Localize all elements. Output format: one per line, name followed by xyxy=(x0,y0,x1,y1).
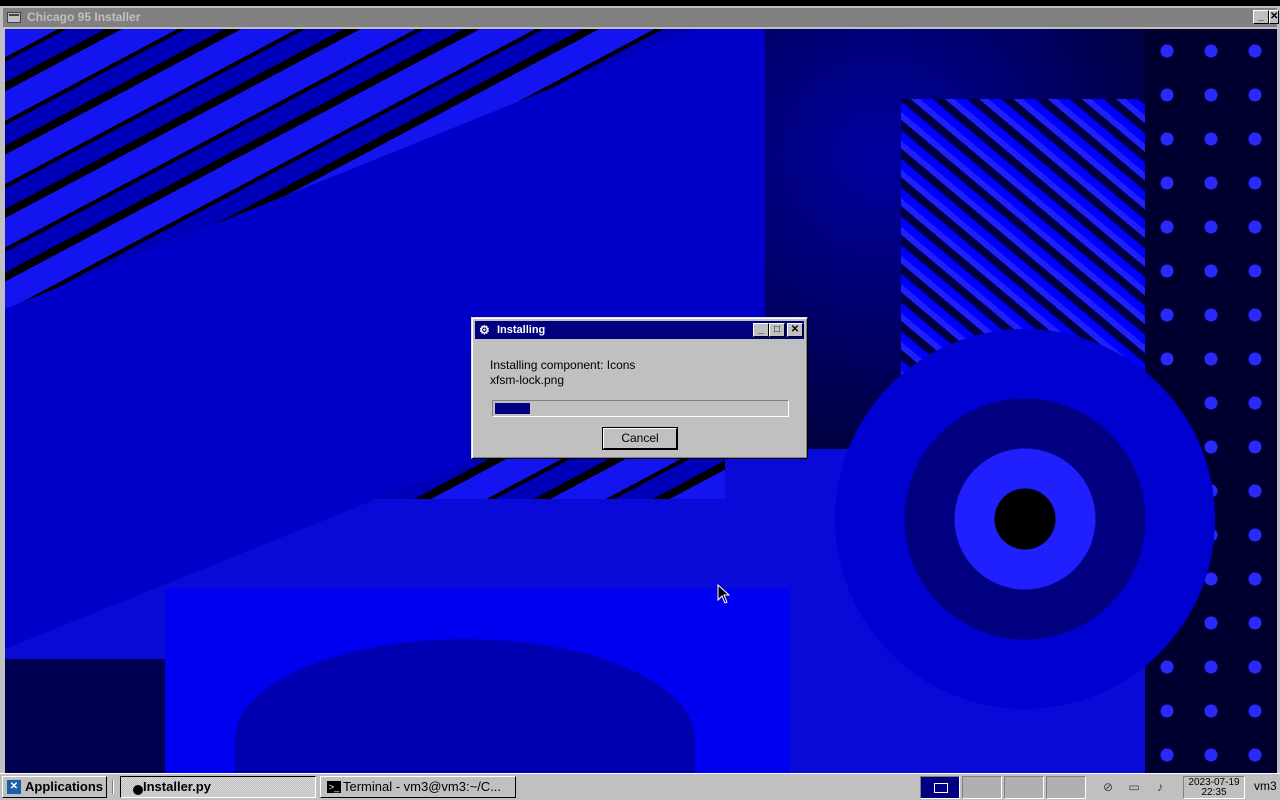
clock-time: 22:35 xyxy=(1201,787,1227,798)
task-installer[interactable]: Installer.py xyxy=(120,776,316,798)
dialog-title: Installing xyxy=(497,324,546,336)
workspace-1[interactable] xyxy=(920,776,960,799)
installer-icon: ⚙ xyxy=(479,323,490,337)
dialog-close-button[interactable]: ✕ xyxy=(787,323,803,337)
mute-icon[interactable]: ⊘ xyxy=(1100,780,1116,794)
clock[interactable]: 2023-07-19 22:35 xyxy=(1183,776,1245,799)
dialog-minimize-button[interactable]: _ xyxy=(753,323,769,337)
battery-icon[interactable]: ▭ xyxy=(1126,780,1142,794)
workspace-3[interactable] xyxy=(1004,776,1044,799)
component-label: Installing component: Icons xyxy=(490,358,636,372)
applications-menu-button[interactable]: ✕ Applications xyxy=(2,776,107,798)
dialog-maximize-button[interactable]: □ xyxy=(769,323,785,337)
wallpaper-corner xyxy=(5,659,165,773)
main-close-button[interactable]: ✕ xyxy=(1269,10,1279,24)
taskbar-separator xyxy=(112,780,114,794)
progress-fill xyxy=(495,403,530,414)
main-titlebar[interactable]: Chicago 95 Installer _ ✕ xyxy=(3,8,1279,27)
mouse-cursor-icon xyxy=(717,584,731,604)
main-window-title: Chicago 95 Installer xyxy=(27,10,141,24)
install-progress-bar xyxy=(492,400,789,417)
task-terminal-label: Terminal - vm3@vm3:~/C... xyxy=(343,779,502,794)
taskbar: ✕ Applications Installer.py >_ Terminal … xyxy=(0,773,1280,800)
user-name[interactable]: vm3 xyxy=(1254,779,1277,793)
dialog-titlebar[interactable]: ⚙ Installing _ □ ✕ xyxy=(475,321,804,339)
main-minimize-button[interactable]: _ xyxy=(1253,10,1269,24)
terminal-icon: >_ xyxy=(327,781,341,793)
applications-label: Applications xyxy=(25,779,104,794)
installing-dialog: ⚙ Installing _ □ ✕ Installing component:… xyxy=(471,317,808,459)
workspace-4[interactable] xyxy=(1046,776,1086,799)
cancel-button[interactable]: Cancel xyxy=(603,428,677,449)
task-installer-label: Installer.py xyxy=(143,779,211,794)
wallpaper-cd xyxy=(835,329,1215,709)
workspace-2[interactable] xyxy=(962,776,1002,799)
applications-icon: ✕ xyxy=(7,780,21,794)
app-window-icon xyxy=(7,12,21,23)
installer-task-icon xyxy=(133,785,143,795)
task-terminal[interactable]: >_ Terminal - vm3@vm3:~/C... xyxy=(320,776,516,798)
file-label: xfsm-lock.png xyxy=(490,373,565,387)
notification-icon[interactable]: ♪ xyxy=(1152,780,1168,794)
